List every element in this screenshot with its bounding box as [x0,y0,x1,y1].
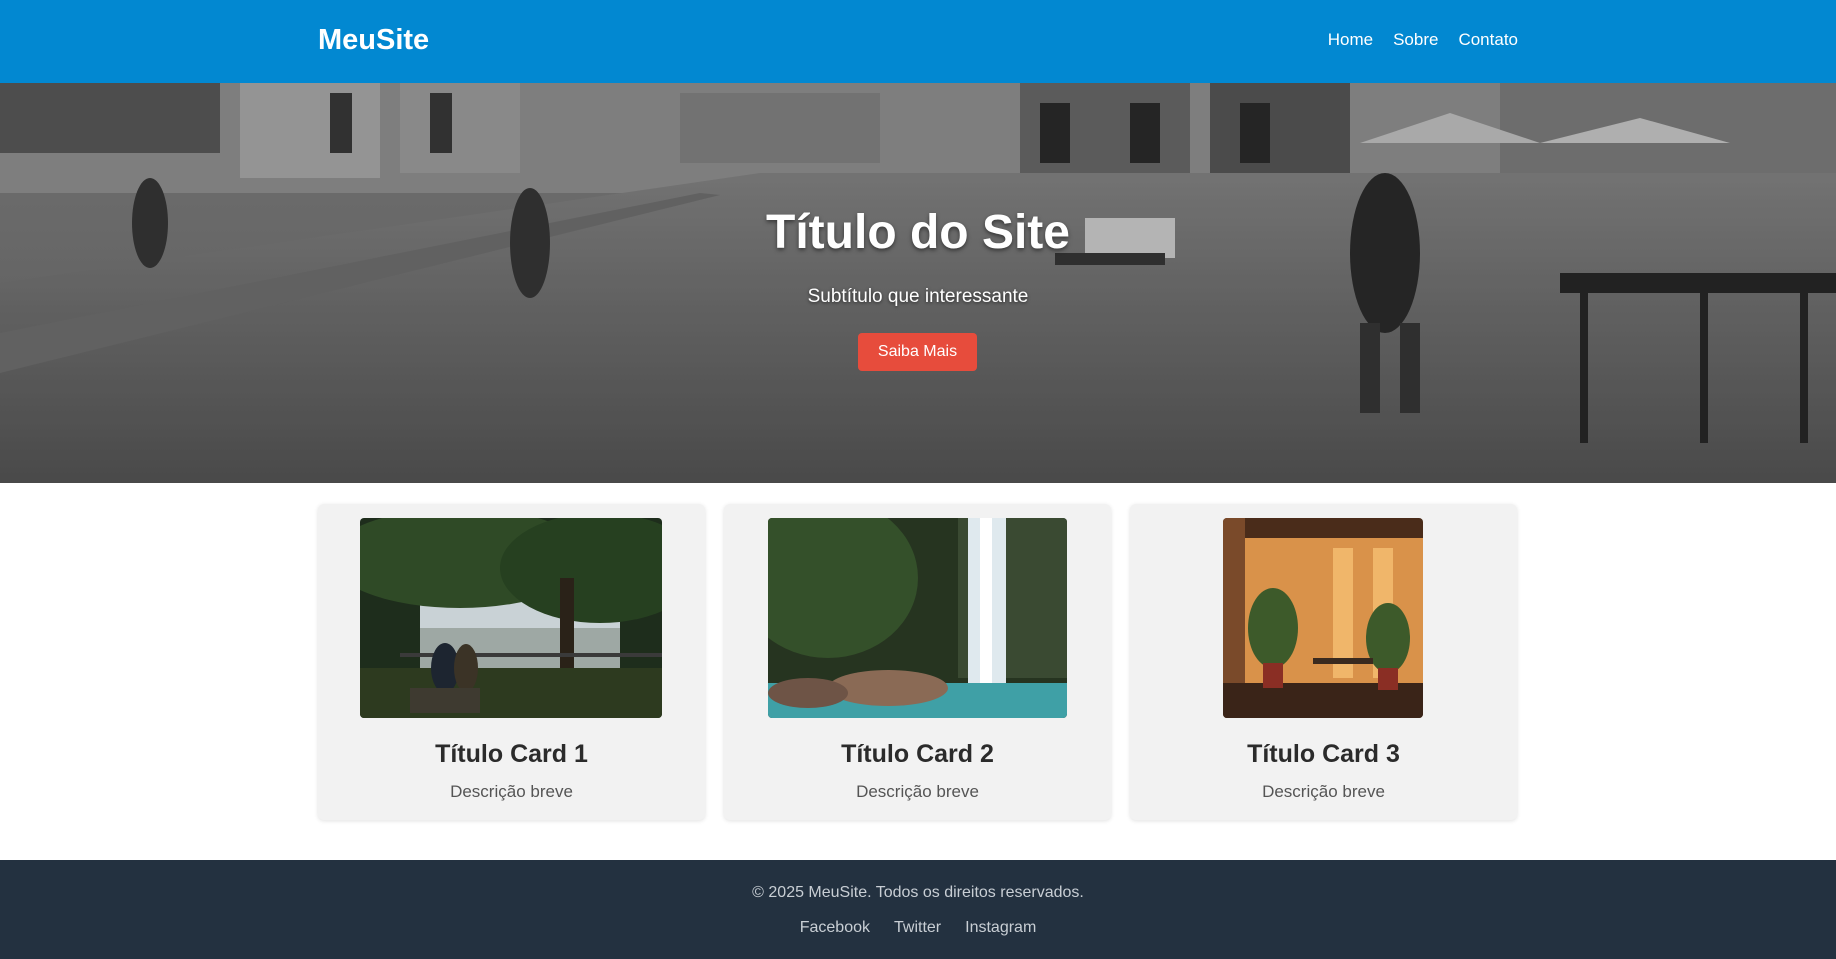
card-description: Descrição breve [856,782,979,801]
main-nav: Home Sobre Contato [1328,30,1518,50]
nav-link-contato[interactable]: Contato [1458,30,1518,50]
park-landscape-photo [360,518,662,718]
hero-subtitle: Subtítulo que interessante [807,286,1029,307]
waterfall-photo [768,518,1067,718]
nav-link-home[interactable]: Home [1328,30,1373,50]
hero-background-photo [0,83,1836,483]
hero-section: Título do Site Subtítulo que interessant… [0,83,1836,483]
site-logo[interactable]: MeuSite [318,24,429,57]
card-1[interactable]: Título Card 1 Descrição breve [318,504,705,820]
saiba-mais-button[interactable]: Saiba Mais [858,333,977,371]
card-3[interactable]: Título Card 3 Descrição breve [1130,504,1517,820]
facebook-link[interactable]: Facebook [800,919,870,937]
card-2[interactable]: Título Card 2 Descrição breve [724,504,1111,820]
cards-section: Título Card 1 Descrição breve Título Car… [318,504,1518,820]
card-description: Descrição breve [1262,782,1385,801]
sunlit-room-photo [1223,518,1423,718]
hero-title: Título do Site [766,206,1070,259]
social-links: Facebook Twitter Instagram [0,919,1836,937]
card-description: Descrição breve [450,782,573,801]
site-header: MeuSite Home Sobre Contato [0,0,1836,83]
card-title: Título Card 2 [841,740,994,768]
instagram-link[interactable]: Instagram [965,919,1036,937]
site-footer: © 2025 MeuSite. Todos os direitos reserv… [0,860,1836,959]
nav-link-sobre[interactable]: Sobre [1393,30,1438,50]
twitter-link[interactable]: Twitter [894,919,941,937]
card-title: Título Card 3 [1247,740,1400,768]
copyright-text: © 2025 MeuSite. Todos os direitos reserv… [752,884,1084,901]
card-title: Título Card 1 [435,740,588,768]
